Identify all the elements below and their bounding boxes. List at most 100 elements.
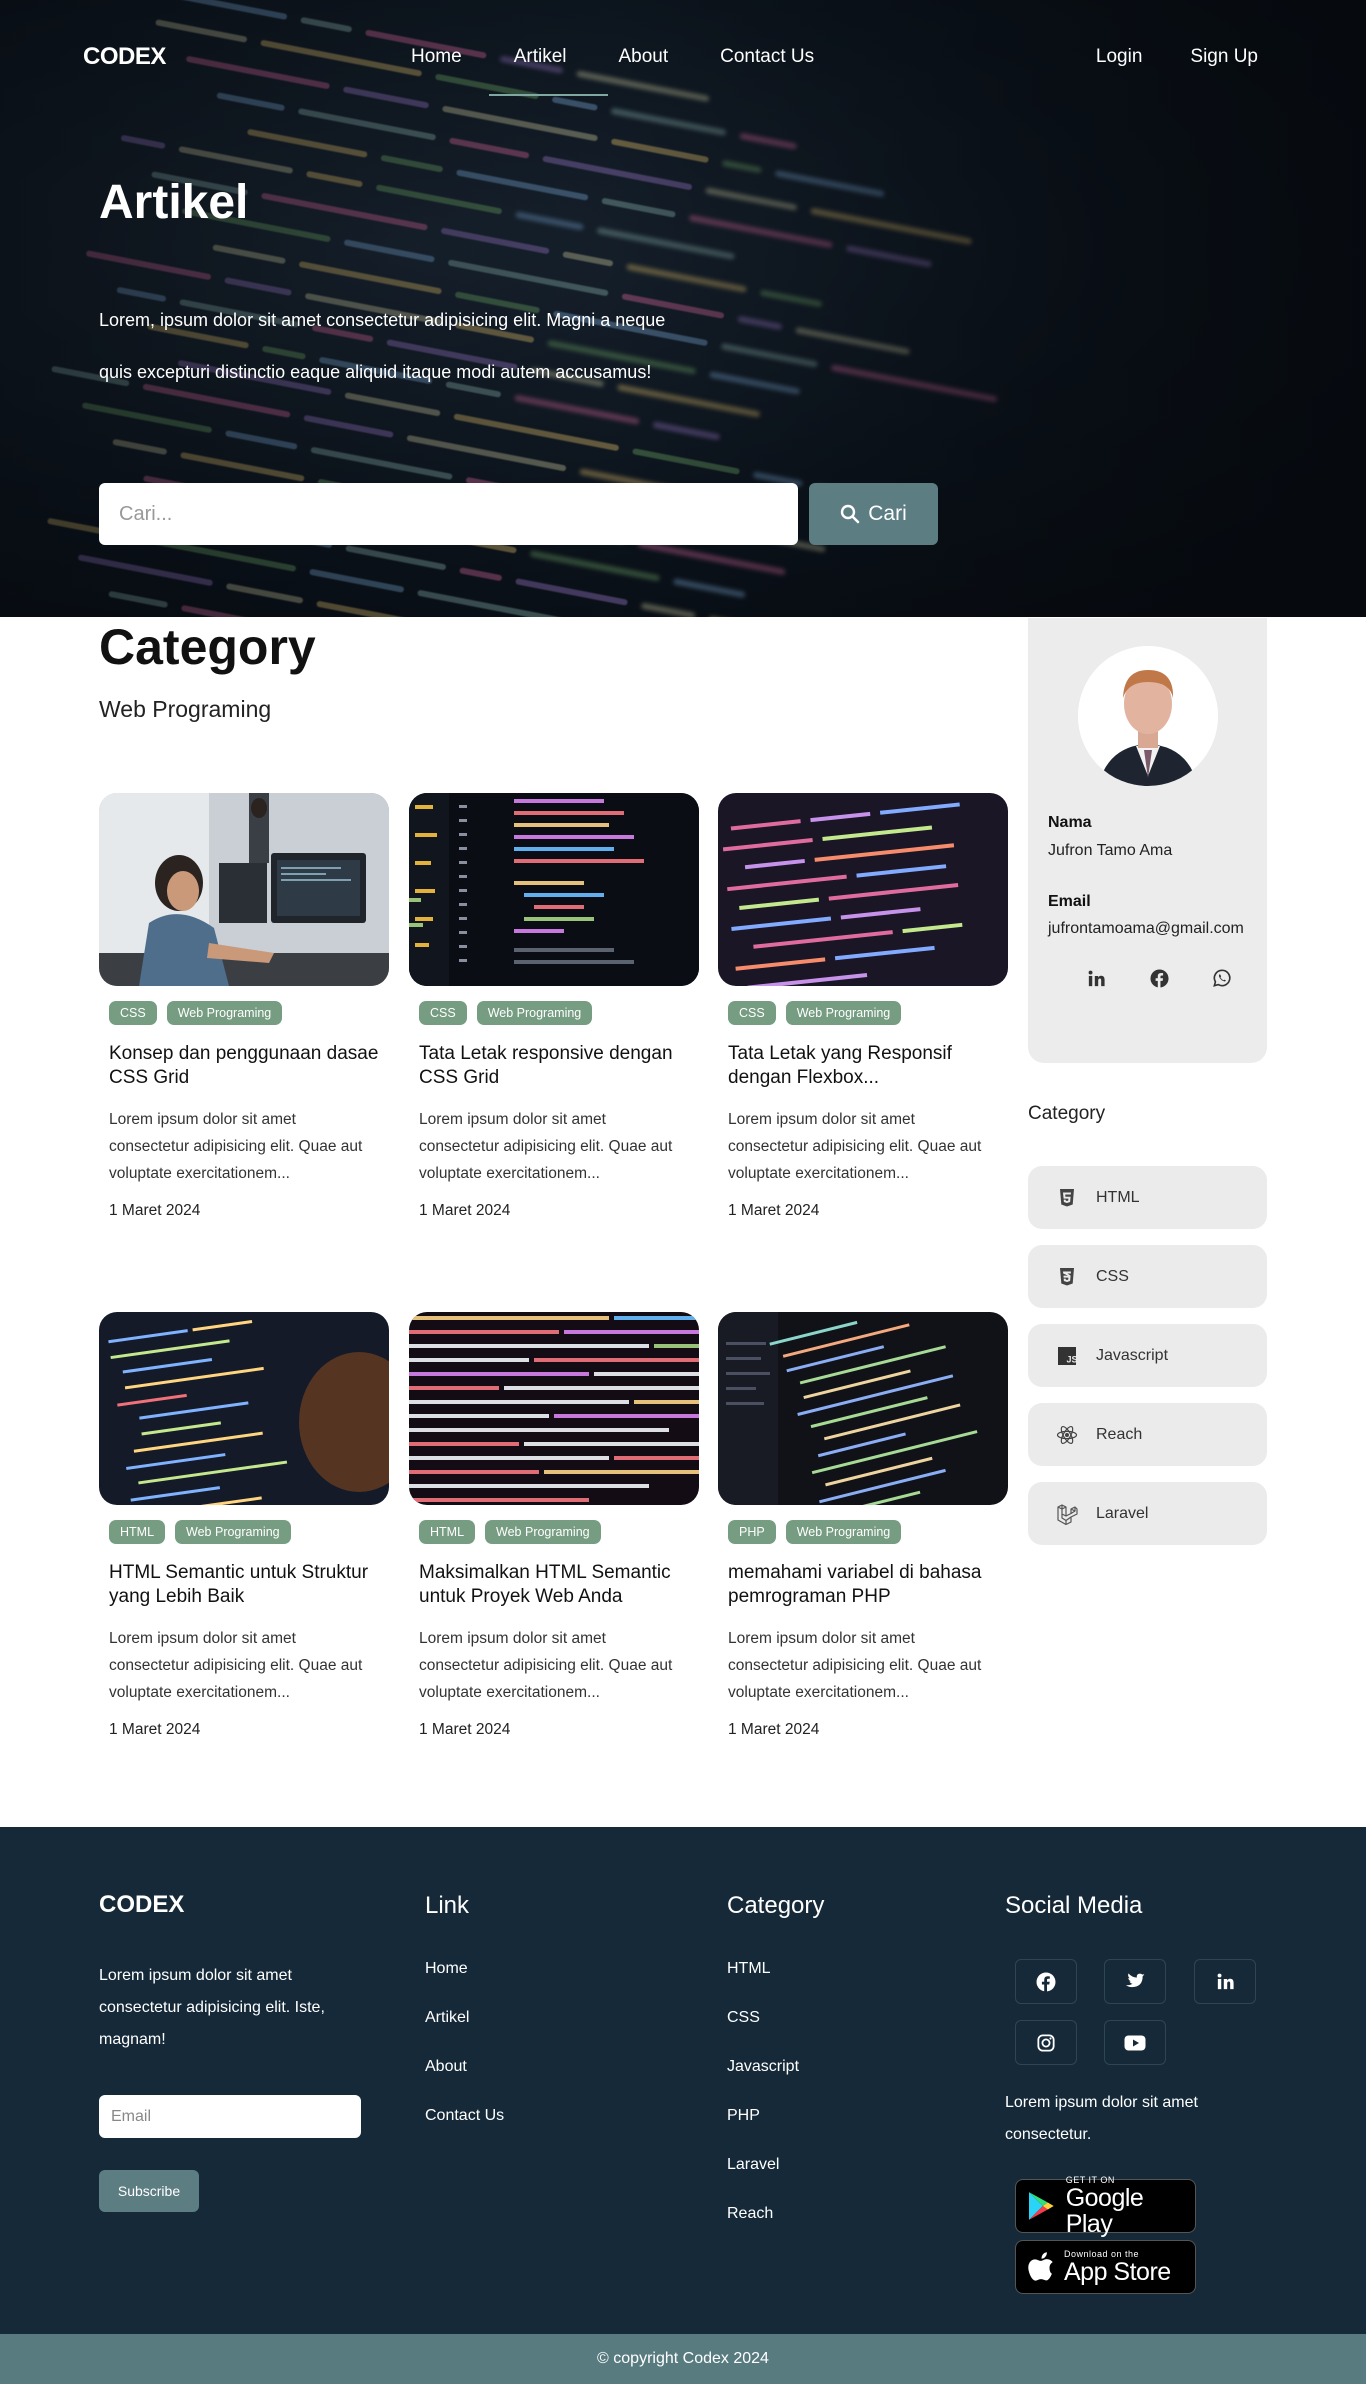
article-card[interactable]: CSS Web Programing Konsep dan penggunaan… <box>99 793 389 1220</box>
footer-description: Lorem ipsum dolor sit amet consectetur a… <box>99 1967 325 2048</box>
footer-category-laravel[interactable]: Laravel <box>727 2156 779 2174</box>
article-title[interactable]: Maksimalkan HTML Semantic untuk Proyek W… <box>419 1561 689 1609</box>
sidebar-category-css[interactable]: CSS <box>1028 1245 1267 1308</box>
tag[interactable]: Web Programing <box>785 1001 902 1025</box>
footer-social-title: Social Media <box>1005 1892 1143 1919</box>
article-excerpt: Lorem ipsum dolor sit amet consectetur a… <box>728 1630 982 1701</box>
article-image[interactable] <box>409 793 699 986</box>
navbar: CODEX Home Artikel About Contact Us Logi… <box>0 0 1366 115</box>
article-date: 1 Maret 2024 <box>728 1721 820 1738</box>
nav-auth: Login Sign Up <box>1096 46 1258 68</box>
footer-link-artikel[interactable]: Artikel <box>425 2009 469 2027</box>
footer-category-title: Category <box>727 1892 825 1919</box>
article-excerpt: Lorem ipsum dolor sit amet consectetur a… <box>419 1111 673 1182</box>
nav-link-about[interactable]: About <box>618 46 668 68</box>
search-button-label: Cari <box>868 502 907 525</box>
article-date: 1 Maret 2024 <box>728 1202 820 1219</box>
tag[interactable]: CSS <box>419 1001 467 1025</box>
article-title[interactable]: Tata Letak responsive dengan CSS Grid <box>419 1042 689 1090</box>
tag[interactable]: Web Programing <box>476 1001 593 1025</box>
tag[interactable]: Web Programing <box>485 1520 601 1544</box>
article-image[interactable] <box>718 793 1008 986</box>
sidebar-category-html[interactable]: HTML <box>1028 1166 1267 1229</box>
google-play-badge[interactable]: GET IT ON Google Play <box>1015 2175 1196 2237</box>
whatsapp-icon[interactable] <box>1210 966 1234 990</box>
footer-category-html[interactable]: HTML <box>727 1960 771 1978</box>
laravel-icon <box>1056 1503 1078 1525</box>
linkedin-icon[interactable] <box>1194 1959 1256 2004</box>
sidebar-category-label: HTML <box>1096 1188 1140 1206</box>
apple-icon <box>1028 2252 1053 2281</box>
facebook-icon[interactable] <box>1015 1959 1077 2004</box>
footer-category-css[interactable]: CSS <box>727 2009 760 2027</box>
profile-card: Nama Jufron Tamo Ama Email jufrontamoama… <box>1028 618 1267 1063</box>
nav-link-contact[interactable]: Contact Us <box>720 46 814 68</box>
twitter-icon[interactable] <box>1104 1959 1166 2004</box>
email-label: Email <box>1048 893 1091 910</box>
sidebar-category-label: Laravel <box>1096 1504 1149 1522</box>
app-store-big: App Store <box>1064 2258 1171 2286</box>
avatar <box>1078 646 1218 786</box>
brand-logo[interactable]: CODEX <box>83 43 166 71</box>
subscribe-button[interactable]: Subscribe <box>99 2170 199 2212</box>
tag[interactable]: Web Programing <box>166 1001 283 1025</box>
app-store-badge[interactable]: Download on the App Store <box>1015 2240 1196 2294</box>
footer-category-react[interactable]: Reach <box>727 2205 773 2223</box>
footer-link-contact[interactable]: Contact Us <box>425 2107 504 2125</box>
youtube-icon[interactable] <box>1104 2020 1166 2065</box>
article-title[interactable]: Tata Letak yang Responsif dengan Flexbox… <box>728 1042 998 1090</box>
login-link[interactable]: Login <box>1096 46 1143 68</box>
hero-title: Artikel <box>99 176 249 229</box>
footer-brand[interactable]: CODEX <box>99 1891 184 1919</box>
linkedin-icon[interactable] <box>1084 966 1108 990</box>
facebook-icon[interactable] <box>1147 966 1171 990</box>
tag[interactable]: Web Programing <box>175 1520 291 1544</box>
footer-link-home[interactable]: Home <box>425 1960 468 1978</box>
tag[interactable]: CSS <box>109 1001 157 1025</box>
sidebar-category-laravel[interactable]: Laravel <box>1028 1482 1267 1545</box>
article-excerpt: Lorem ipsum dolor sit amet consectetur a… <box>109 1111 363 1182</box>
tag[interactable]: HTML <box>109 1520 166 1544</box>
article-excerpt: Lorem ipsum dolor sit amet consectetur a… <box>728 1111 982 1182</box>
footer-category-php[interactable]: PHP <box>727 2107 760 2125</box>
footer-link-title: Link <box>425 1892 470 1919</box>
article-card[interactable]: HTML Web Programing Maksimalkan HTML Sem… <box>409 1312 699 1739</box>
article-image[interactable] <box>99 793 389 986</box>
article-image[interactable] <box>718 1312 1008 1505</box>
article-title[interactable]: HTML Semantic untuk Struktur yang Lebih … <box>109 1561 379 1609</box>
footer: CODEX Lorem ipsum dolor sit amet consect… <box>0 1827 1366 2334</box>
tag[interactable]: CSS <box>728 1001 776 1025</box>
nav-link-artikel[interactable]: Artikel <box>488 46 609 96</box>
article-date: 1 Maret 2024 <box>109 1721 201 1738</box>
article-date: 1 Maret 2024 <box>419 1721 511 1738</box>
signup-link[interactable]: Sign Up <box>1190 46 1258 68</box>
article-card[interactable]: HTML Web Programing HTML Semantic untuk … <box>99 1312 389 1739</box>
category-title: Category <box>99 619 316 675</box>
article-title[interactable]: Konsep dan penggunaan dasae CSS Grid <box>109 1042 379 1090</box>
newsletter-email-input[interactable] <box>99 2095 361 2138</box>
article-image[interactable] <box>409 1312 699 1505</box>
sidebar-category-label: Javascript <box>1096 1346 1169 1364</box>
article-card[interactable]: CSS Web Programing Tata Letak responsive… <box>409 793 699 1220</box>
article-card[interactable]: PHP Web Programing memahami variabel di … <box>718 1312 1008 1739</box>
sidebar-category-javascript[interactable]: JS Javascript <box>1028 1324 1267 1387</box>
nav-link-home[interactable]: Home <box>411 46 462 68</box>
instagram-icon[interactable] <box>1015 2020 1077 2065</box>
sidebar-category-react[interactable]: Reach <box>1028 1403 1267 1466</box>
article-excerpt: Lorem ipsum dolor sit amet consectetur a… <box>419 1630 673 1701</box>
react-icon <box>1056 1424 1078 1446</box>
tag[interactable]: PHP <box>728 1520 776 1544</box>
profile-email: jufrontamoama@gmail.com <box>1048 920 1244 937</box>
footer-link-about[interactable]: About <box>425 2058 467 2076</box>
article-title[interactable]: memahami variabel di bahasa pemrograman … <box>728 1561 998 1609</box>
article-card[interactable]: CSS Web Programing Tata Letak yang Respo… <box>718 793 1008 1220</box>
footer-category-javascript[interactable]: Javascript <box>727 2058 799 2076</box>
tag[interactable]: Web Programing <box>785 1520 902 1544</box>
search-input[interactable] <box>99 483 798 545</box>
article-excerpt: Lorem ipsum dolor sit amet consectetur a… <box>109 1630 363 1701</box>
footer-social-description: Lorem ipsum dolor sit amet consectetur. <box>1005 2094 1198 2143</box>
hero-section: CODEX Home Artikel About Contact Us Logi… <box>0 0 1366 617</box>
search-button[interactable]: Cari <box>809 483 938 545</box>
article-image[interactable] <box>99 1312 389 1505</box>
tag[interactable]: HTML <box>419 1520 476 1544</box>
